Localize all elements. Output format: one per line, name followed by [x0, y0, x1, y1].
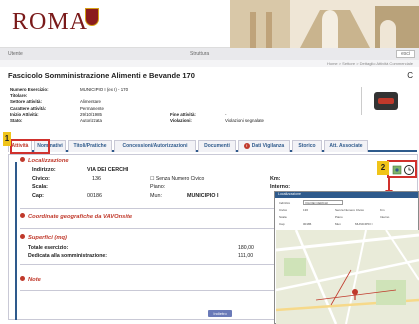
tab-att-associate[interactable]: Att. Associate [324, 140, 368, 152]
interno-label: Interno: [270, 184, 291, 190]
popup-field: Senza Numero Civico [335, 208, 365, 212]
popup-field: Civico [279, 208, 288, 212]
section-note[interactable]: Note [20, 276, 41, 283]
summary-info: Numero Esercizio: MUNICIPIO I (ex I) - 1… [10, 87, 310, 124]
tab-concessioni[interactable]: Concessioni/Autorizzazioni [114, 140, 196, 152]
stapler-icon[interactable] [374, 92, 398, 110]
senza-civico-checkbox[interactable]: ☐ Senza Numero Civico [150, 176, 204, 182]
logout-button[interactable]: esci [396, 50, 415, 58]
info-key: Stato: [10, 117, 23, 123]
totale-value: 180,00 [238, 245, 254, 251]
info-value: Violazioni segnalate [225, 117, 264, 123]
civico-value: 136 [92, 176, 101, 182]
tab-bar: Attività Nominativi Titoli/Pratiche Conc… [8, 140, 417, 152]
user-bar: Utente Struttura esci [0, 48, 419, 60]
info-value: Autorizzata [80, 117, 102, 123]
civico-label: Civico: [32, 176, 50, 182]
annotation-marker-2: 2 [377, 161, 389, 175]
site-header: ROMA [0, 0, 419, 48]
crest-icon [85, 8, 99, 26]
divider [20, 228, 275, 229]
user-label: Utente [8, 51, 23, 57]
back-button[interactable]: Indietro [208, 310, 232, 317]
section-superfici[interactable]: Superfici (mq) [20, 234, 67, 241]
dedicata-label: Dedicata alla somministrazione: [28, 253, 107, 259]
tab-storico[interactable]: Storico [292, 140, 322, 152]
map-view[interactable] [276, 230, 419, 324]
annotation-arrow [385, 176, 393, 195]
section-localizzazione[interactable]: Localizzazione [20, 157, 69, 164]
roma-logo[interactable]: ROMA [12, 9, 88, 36]
checkbox-label: Senza Numero Civico [155, 176, 205, 182]
popup-field: 136 [303, 208, 309, 212]
cap-value: 00186 [87, 193, 102, 199]
section-title: Localizzazione [28, 158, 69, 164]
popup-field: Indirizzo [279, 201, 291, 205]
divider [20, 208, 275, 209]
page-title: Fascicolo Somministrazione Alimenti e Be… [8, 71, 195, 80]
popup-field: Interno [380, 215, 390, 219]
collapse-icon [20, 276, 25, 281]
header-banner-image [230, 0, 419, 48]
highlight-box-tab [10, 139, 50, 154]
highlight-box-map-button [387, 160, 417, 178]
section-title: Superfici (mq) [28, 235, 67, 241]
popup-field: Cap [279, 222, 285, 226]
section-title: Coordinate geografiche da VAVOnsite [28, 214, 133, 220]
cap-label: Cap: [32, 193, 44, 199]
divider [20, 290, 275, 291]
scala-label: Scala: [32, 184, 48, 190]
km-label: Km: [270, 176, 281, 182]
indirizzo-value: VIA DEI CERCHI [87, 167, 129, 173]
totale-label: Totale esercizio: [28, 245, 69, 251]
popup-field: Km [380, 208, 385, 212]
tab-documenti[interactable]: Documenti [198, 140, 236, 152]
mun-label: Mun: [150, 193, 162, 199]
breadcrumb: Home > Settore > Dettaglio Attività Comm… [0, 60, 419, 67]
structure-label: Struttura [190, 51, 210, 57]
collapse-icon [20, 213, 25, 218]
tab-titoli-pratiche[interactable]: Titoli/Pratiche [68, 140, 112, 152]
popup-field: Mun [335, 222, 341, 226]
popup-field: Scala [279, 215, 287, 219]
piano-label: Piano: [150, 184, 166, 190]
warning-icon: ! [243, 143, 250, 149]
panel-accent-bar [15, 162, 17, 320]
popup-field: 00186 [303, 222, 312, 226]
close-button[interactable]: C [407, 71, 413, 80]
popup-field: MUNICIPIO I [355, 222, 373, 226]
divider [20, 264, 275, 265]
indirizzo-label: Indirizzo: [32, 167, 56, 173]
map-popup: Localizzazione Indirizzo VIA DEI CERCHI … [274, 191, 419, 324]
inspection-tool-box [361, 87, 409, 115]
collapse-icon [20, 157, 25, 162]
section-title: Note [28, 277, 41, 283]
tab-dati-vigilanza[interactable]: ! Dati Vigilanza [238, 140, 290, 152]
tab-label: Dati Vigilanza [251, 143, 285, 149]
info-row: Stato: Autorizzata Violazioni: Violazion… [10, 118, 310, 124]
annotation-marker-1: 1 [3, 132, 11, 146]
popup-input[interactable]: VIA DEI CERCHI [303, 200, 343, 205]
breadcrumb-text[interactable]: Home > Settore > Dettaglio Attività Comm… [327, 61, 413, 66]
popup-field: Piano [335, 215, 343, 219]
collapse-icon [20, 234, 25, 239]
info-key: Violazioni: [170, 117, 192, 123]
dedicata-value: 111,00 [238, 253, 254, 259]
mun-value: MUNICIPIO I [187, 193, 219, 199]
popup-title: Localizzazione [275, 192, 418, 198]
section-coordinate[interactable]: Coordinate geografiche da VAVOnsite [20, 213, 132, 220]
